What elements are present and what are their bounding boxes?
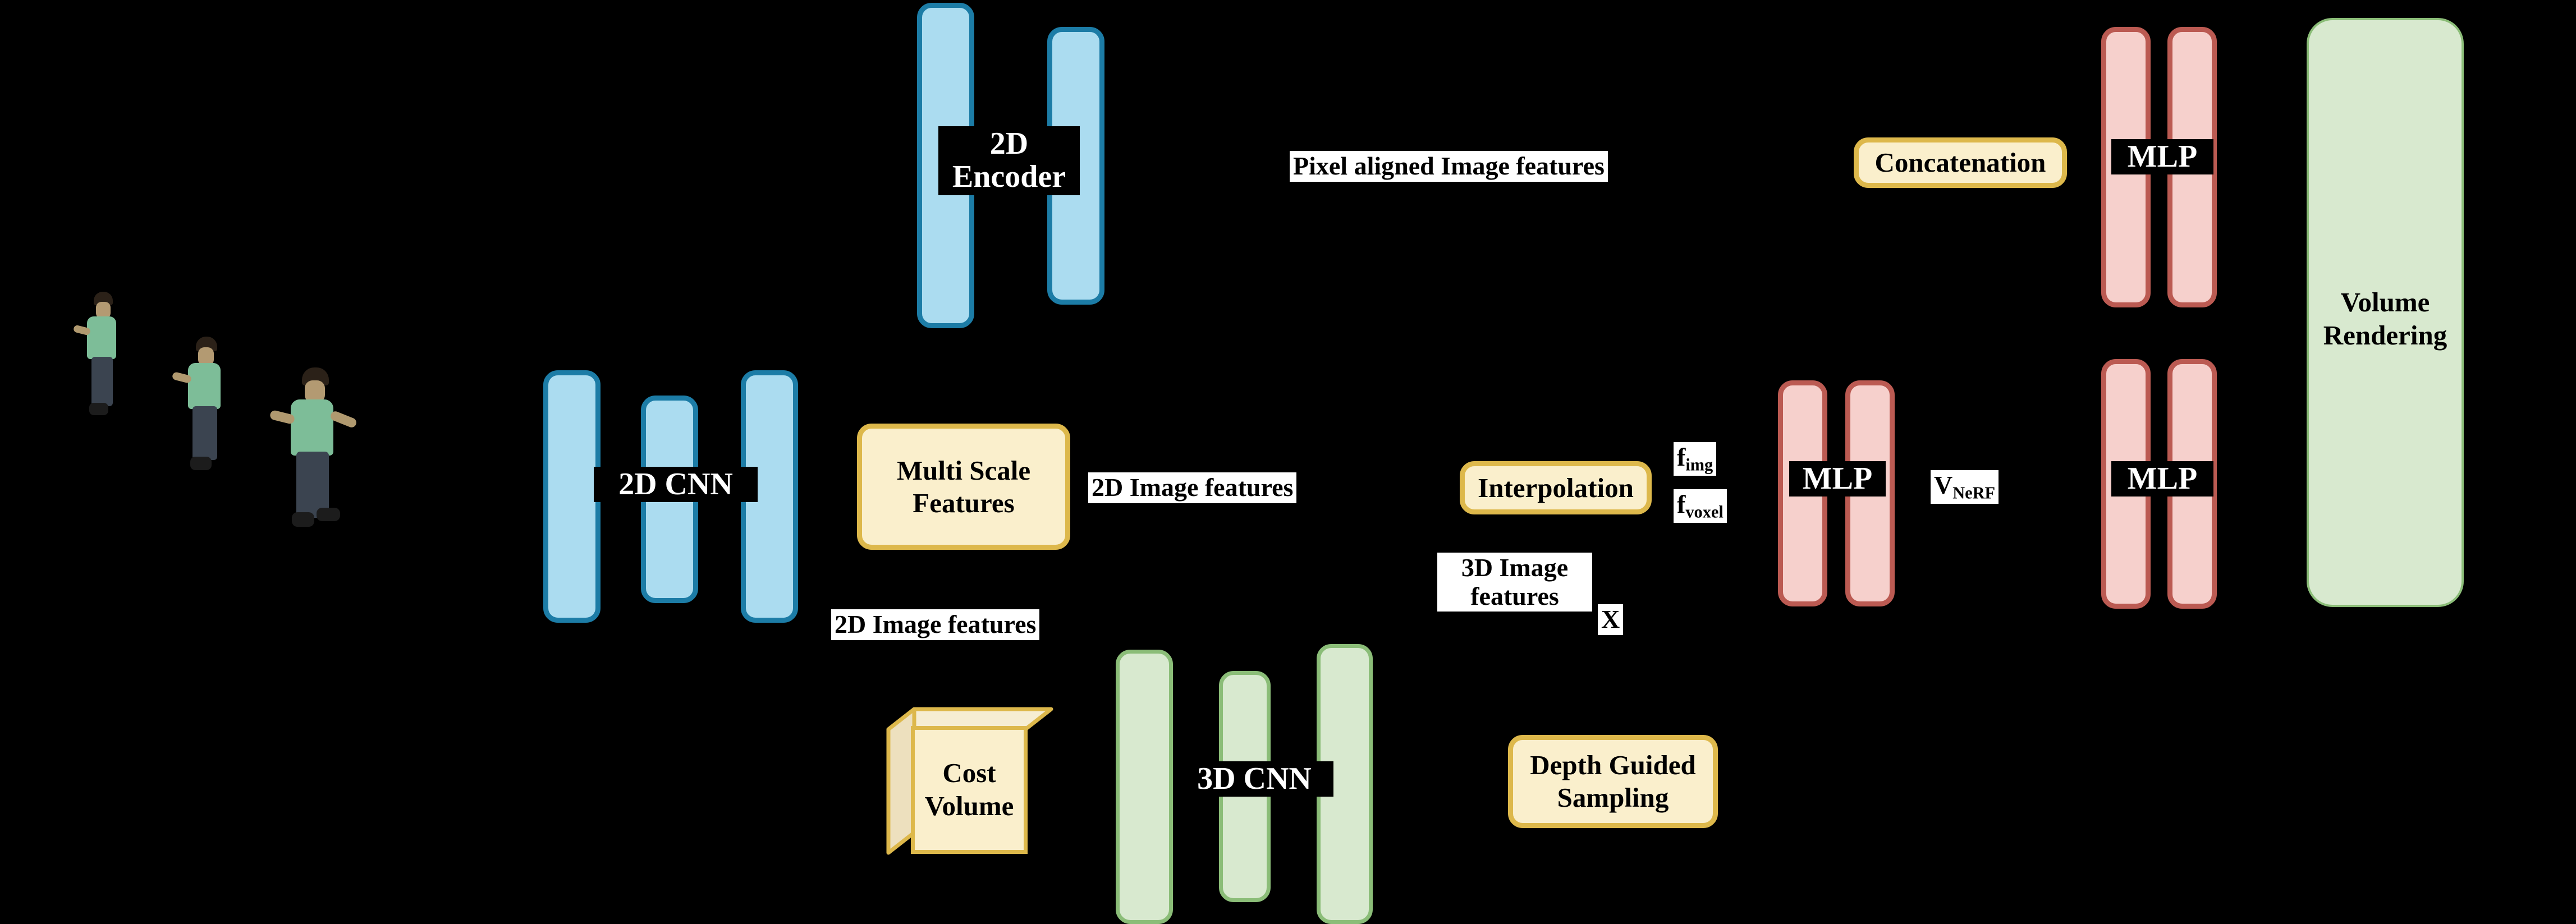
label-v-nerf-base: V [1934,471,1953,499]
multi-scale-features-line1: Multi Scale [896,454,1031,486]
encoder-2d-label-line1: 2D [989,126,1029,161]
depth-guided-sampling-line1: Depth Guided [1530,750,1696,781]
depth-guided-sampling-box: Depth Guided Sampling [1508,735,1718,828]
cnn-2d-bar-1 [543,370,601,623]
source-view-3 [269,367,359,547]
figure-shoe [292,512,314,527]
concatenation-label: Concatenation [1874,147,2046,178]
label-f-img-base: f [1677,443,1686,471]
label-2d-image-features-bottom: 2D Image features [831,609,1040,640]
multi-scale-features-box: Multi Scale Features [857,424,1070,550]
cnn-3d-label: 3D CNN [1175,761,1333,797]
label-v-nerf: VNeRF [1931,470,1999,504]
depth-guided-sampling-line2: Sampling [1557,782,1669,813]
concatenation-box: Concatenation [1854,137,2067,188]
label-f-img-sub: img [1685,455,1713,475]
label-f-voxel-sub: voxel [1685,502,1724,522]
multi-scale-features-line2: Features [913,487,1015,518]
mlp-mid-label: MLP [1789,461,1886,497]
label-3d-image-features-line2: features [1470,581,1559,610]
source-view-1 [70,292,126,432]
mlp-top-label: MLP [2111,139,2213,175]
interpolation-box: Interpolation [1460,461,1652,514]
label-2d-image-features-top: 2D Image features [1088,472,1297,503]
volume-rendering-line2: Rendering [2323,319,2447,351]
volume-rendering-label: Volume Rendering [2303,286,2467,352]
label-f-img: fimg [1674,442,1717,476]
label-f-voxel: fvoxel [1674,489,1727,523]
figure-shoe [190,457,212,470]
figure-pants [192,406,217,460]
source-view-2 [171,337,233,488]
figure-shirt [87,316,116,359]
cost-volume-line1: Cost [942,757,996,789]
figure-shoe [89,403,108,415]
label-f-voxel-base: f [1677,490,1686,518]
figure-shirt [291,399,333,456]
figure-shirt [188,363,221,409]
cost-volume-line2: Volume [924,790,1014,821]
interpolation-label: Interpolation [1478,472,1634,503]
label-point-x: X [1598,604,1624,635]
figure-pants [91,357,113,406]
label-pixel-aligned-image-features: Pixel aligned Image features [1290,151,1608,182]
figure-arm [329,410,358,429]
label-3d-image-features-line1: 3D Image [1461,553,1569,582]
cnn-2d-label: 2D CNN [594,467,758,503]
encoder-2d-label-line2: Encoder [952,159,1066,195]
cost-volume-front-face: Cost Volume [911,726,1028,854]
figure-shoe [317,508,340,521]
cost-volume-cuboid: Cost Volume [885,706,1053,857]
architecture-diagram: 2D Encoder 2D CNN Multi Scale Features 2… [0,0,2576,924]
encoder-2d-label: 2D Encoder [938,126,1080,195]
label-3d-image-features: 3D Image features [1437,553,1592,612]
label-v-nerf-sub: NeRF [1952,483,1996,503]
cnn-3d-bar-1 [1116,650,1173,924]
volume-rendering-line1: Volume [2340,287,2430,318]
mlp-bottom-label: MLP [2111,461,2213,497]
